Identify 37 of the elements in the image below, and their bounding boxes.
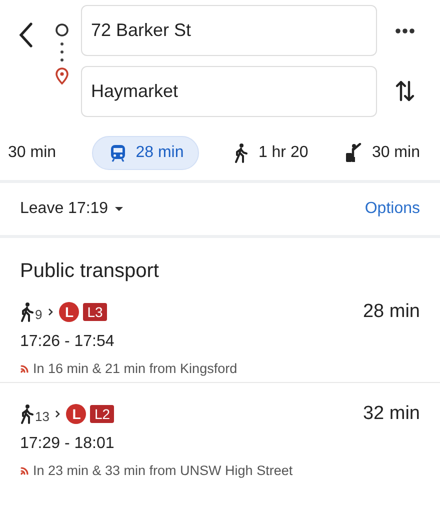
light-rail-badge: L	[59, 302, 80, 322]
destination-field[interactable]: Haymarket	[81, 66, 377, 117]
line-badge: L3	[83, 303, 107, 321]
leave-time-dropdown[interactable]: Leave 17:19	[20, 200, 124, 218]
dots-icon	[60, 41, 64, 63]
options-link[interactable]: Options	[364, 200, 420, 218]
line-badge: L2	[90, 405, 114, 423]
live-signal-icon	[20, 364, 30, 373]
origin-icon	[55, 23, 69, 37]
route-times: 17:26 - 17:54	[20, 333, 116, 351]
live-departures: In 23 min & 33 min from UNSW High Street	[33, 463, 293, 478]
travel-mode-tab[interactable]: 30 min	[344, 136, 420, 170]
walk-minutes: 9	[35, 307, 42, 322]
walking-icon	[20, 302, 34, 322]
chevron-icon	[48, 308, 54, 316]
pin-icon	[55, 67, 69, 85]
live-signal-icon	[20, 466, 30, 475]
tram-icon	[110, 144, 126, 162]
route-duration: 28 min	[362, 301, 420, 323]
origin-field[interactable]: 72 Barker St	[81, 5, 377, 56]
live-departures: In 16 min & 21 min from Kingsford	[33, 361, 238, 376]
swap-icon[interactable]	[395, 79, 415, 103]
back-icon[interactable]	[18, 22, 34, 48]
walking-icon	[234, 143, 248, 163]
section-title: Public transport	[19, 259, 160, 283]
route-times: 17:29 - 18:01	[20, 435, 116, 453]
light-rail-badge: L	[66, 404, 86, 424]
walk-minutes: 13	[35, 409, 50, 424]
route-duration: 32 min	[362, 403, 420, 425]
travel-mode-tab[interactable]: 28 min	[92, 136, 199, 170]
travel-mode-tab[interactable]: 30 min	[8, 136, 56, 170]
hailing-person-icon	[344, 143, 362, 163]
more-icon[interactable]	[395, 28, 415, 34]
chevron-icon	[55, 410, 60, 418]
walking-icon	[20, 404, 34, 424]
caret-icon	[114, 206, 124, 212]
travel-mode-tab[interactable]: 1 hr 20	[234, 136, 308, 170]
